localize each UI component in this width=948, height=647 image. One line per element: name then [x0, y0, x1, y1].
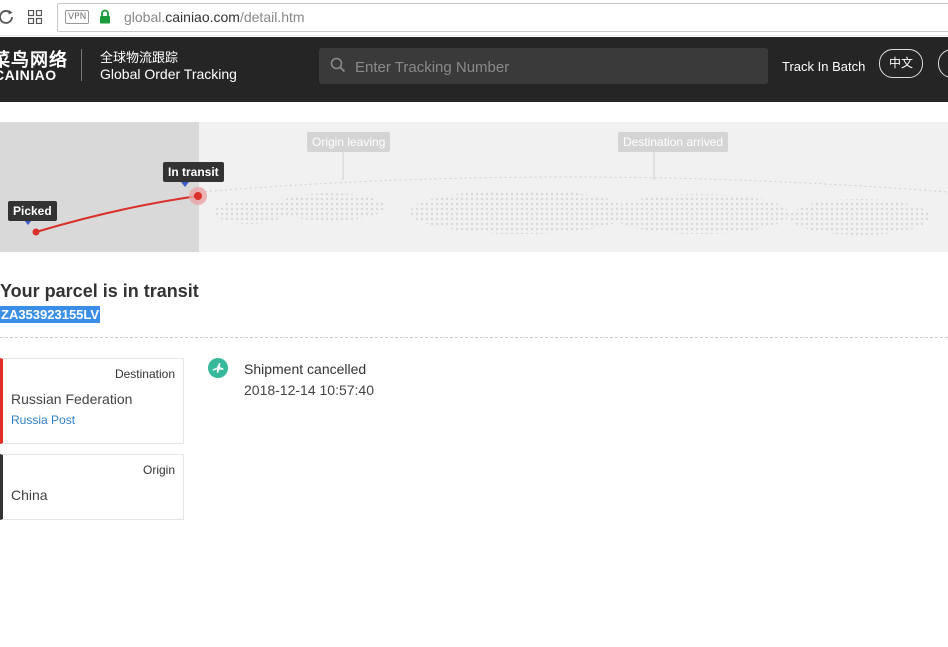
tracking-search-box[interactable]	[319, 48, 768, 86]
step-origin-leaving-tag: Origin leaving	[307, 132, 391, 152]
url-text[interactable]: global.cainiao.com/detail.htm	[124, 9, 305, 25]
subtitle-english: Global Order Tracking	[100, 66, 237, 82]
site-header: 菜鸟网络 CAINIAO 全球物流跟踪 Global Order Trackin…	[0, 37, 948, 102]
reload-icon[interactable]	[0, 8, 16, 26]
destination-carrier-link[interactable]: Russia Post	[11, 413, 75, 427]
vpn-badge[interactable]: VPN	[65, 10, 90, 24]
logo-english[interactable]: CAINIAO	[0, 67, 57, 83]
address-bar[interactable]: VPN global.cainiao.com/detail.htm	[57, 3, 948, 32]
section-divider	[0, 337, 948, 338]
destination-country: Russian Federation	[11, 391, 133, 407]
url-host: cainiao.com	[165, 9, 240, 25]
apps-grid-icon[interactable]	[28, 10, 42, 24]
step-in-transit-tag: In transit	[163, 162, 224, 182]
search-icon[interactable]	[330, 57, 346, 73]
header-extra-button[interactable]	[938, 49, 948, 78]
tracking-number[interactable]: ZA353923155LV	[0, 306, 101, 323]
lock-icon	[100, 9, 110, 24]
origin-country: China	[11, 487, 48, 503]
tracking-number-input[interactable]	[353, 48, 757, 86]
origin-card: Origin China	[0, 454, 184, 520]
browser-toolbar: VPN global.cainiao.com/detail.htm	[0, 0, 948, 36]
parcel-status-title: Your parcel is in transit	[0, 281, 199, 301]
destination-card: Destination Russian Federation Russia Po…	[0, 358, 184, 444]
step-picked-tag: Picked	[8, 201, 57, 221]
progress-map: Picked In transit Origin leaving Destina…	[0, 122, 948, 252]
step-destination-arrived-tag: Destination arrived	[618, 132, 729, 152]
header-divider	[81, 49, 82, 81]
language-toggle-button[interactable]: 中文	[879, 49, 923, 78]
world-map-dots	[24, 151, 948, 236]
url-prefix: global.	[124, 9, 166, 25]
plane-icon	[208, 358, 228, 378]
event-description: Shipment cancelled	[244, 361, 367, 377]
track-in-batch-link[interactable]: Track In Batch	[782, 59, 865, 74]
event-timestamp: 2018-12-14 10:57:40	[244, 382, 374, 398]
url-path: /detail.htm	[239, 9, 305, 25]
subtitle-chinese: 全球物流跟踪	[100, 51, 179, 66]
destination-label: Destination	[114, 367, 175, 381]
origin-label: Origin	[142, 463, 175, 477]
